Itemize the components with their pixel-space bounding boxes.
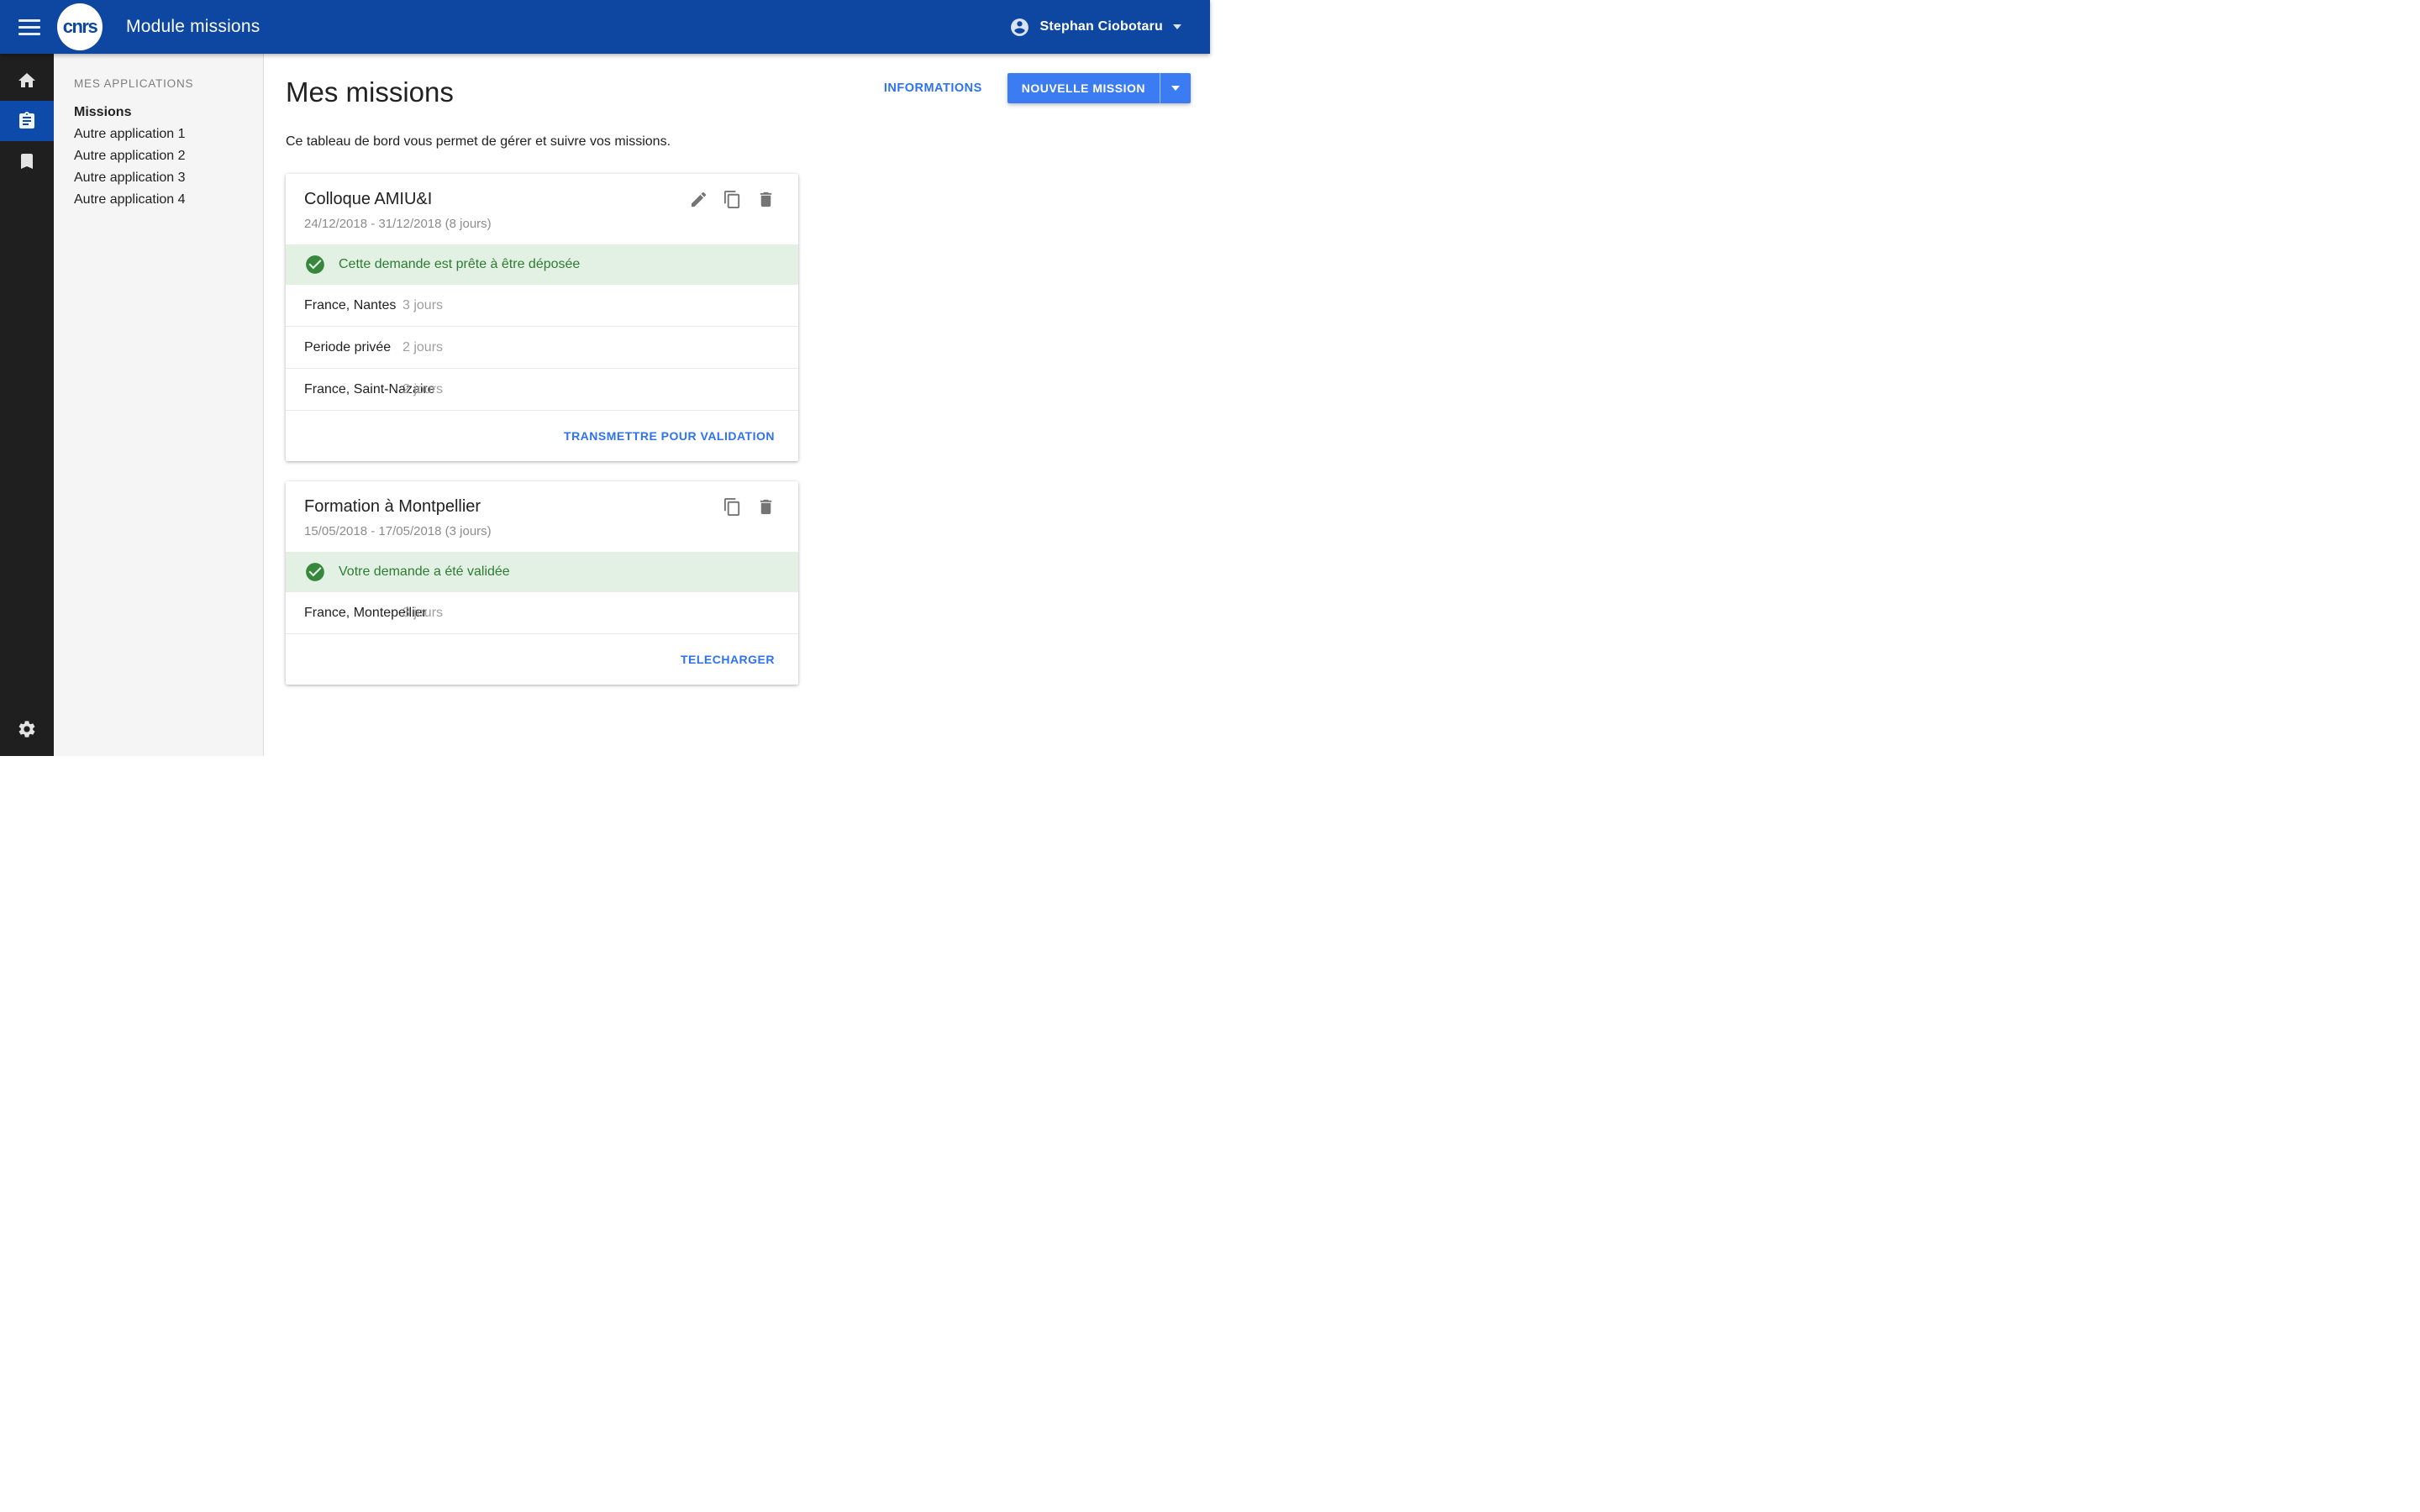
trip-duration: 2 jours (402, 382, 443, 397)
trip-row: France, Saint-Nazaire2 jours (286, 369, 798, 411)
card-footer: TELECHARGER (286, 634, 798, 685)
account-circle-icon (1009, 17, 1030, 38)
card-dates: 24/12/2018 - 31/12/2018 (8 jours) (304, 214, 780, 234)
bookmark-icon (17, 151, 37, 171)
card-footer-action[interactable]: TELECHARGER (681, 653, 775, 666)
trip-row: Periode privée 2 jours (286, 327, 798, 369)
card-header: Formation à Montpellier 15/05/2018 - 17/… (286, 481, 798, 552)
sidebar-item-autre-application-4[interactable]: Autre application 4 (54, 189, 263, 211)
status-text: Cette demande est prête à être déposée (339, 257, 580, 272)
page-title: Mes missions (286, 74, 454, 111)
mission-cards: Colloque AMIU&I 24/12/2018 - 31/12/2018 … (286, 174, 1191, 685)
card-rows: France, Nantes 3 jours Periode privée 2 jou… (286, 285, 798, 411)
status-text: Votre demande a été validée (339, 564, 510, 580)
user-menu[interactable]: Stephan Ciobotaru (1009, 17, 1181, 38)
sidebar-item-missions[interactable]: Missions (54, 102, 263, 123)
new-mission-split-button: NOUVELLE MISSION (1007, 73, 1191, 103)
app-title: Module missions (126, 17, 260, 37)
card-header: Colloque AMIU&I 24/12/2018 - 31/12/2018 … (286, 174, 798, 244)
check-circle-icon (304, 561, 326, 583)
informations-link[interactable]: INFORMATIONS (884, 81, 982, 95)
user-name: Stephan Ciobotaru (1039, 19, 1163, 34)
home-icon (17, 71, 37, 91)
caret-down-icon (1171, 86, 1180, 91)
card-rows: France, Montepellier3 jours (286, 592, 798, 634)
card-title: Formation à Montpellier (304, 496, 780, 518)
status-banner: Cette demande est prête à être déposée (286, 244, 798, 285)
trip-location: Periode privée (304, 340, 391, 355)
menu-icon[interactable] (18, 15, 40, 39)
sidebar-list: MissionsAutre application 1Autre applica… (54, 102, 263, 211)
settings-icon (17, 719, 37, 739)
trip-row: France, Montepellier3 jours (286, 592, 798, 634)
new-mission-button[interactable]: NOUVELLE MISSION (1007, 73, 1160, 103)
status-banner: Votre demande a été validée (286, 552, 798, 592)
delete-icon[interactable] (756, 497, 776, 517)
trip-row: France, Nantes 3 jours (286, 285, 798, 327)
card-footer-action[interactable]: TRANSMETTRE POUR VALIDATION (564, 429, 775, 443)
trip-duration: 2 jours (402, 340, 443, 355)
check-circle-icon (304, 254, 326, 276)
cnrs-logo-text: cnrs (63, 16, 97, 38)
rail-item-home[interactable] (0, 60, 54, 101)
sidebar-item-autre-application-3[interactable]: Autre application 3 (54, 167, 263, 189)
sidebar-item-autre-application-1[interactable]: Autre application 1 (54, 123, 263, 145)
copy-icon[interactable] (723, 190, 742, 209)
main-content: Mes missions INFORMATIONS NOUVELLE MISSI… (264, 54, 1210, 756)
page-subtitle: Ce tableau de bord vous permet de gérer … (286, 133, 1191, 151)
card-footer: TRANSMETTRE POUR VALIDATION (286, 411, 798, 461)
rail-item-bookmark[interactable] (0, 141, 54, 181)
mission-card: Formation à Montpellier 15/05/2018 - 17/… (286, 481, 798, 685)
trip-location: France, Nantes (304, 298, 396, 313)
app-header: cnrs Module missions Stephan Ciobotaru (0, 0, 1210, 54)
edit-icon[interactable] (689, 190, 708, 209)
cnrs-logo: cnrs (57, 3, 103, 50)
nav-rail (0, 54, 54, 756)
card-actions (723, 497, 776, 517)
mission-card: Colloque AMIU&I 24/12/2018 - 31/12/2018 … (286, 174, 798, 461)
sidebar-item-autre-application-2[interactable]: Autre application 2 (54, 145, 263, 167)
delete-icon[interactable] (756, 190, 776, 209)
trip-duration: 3 jours (402, 298, 443, 313)
card-actions (689, 190, 776, 209)
card-dates: 15/05/2018 - 17/05/2018 (3 jours) (304, 522, 780, 541)
copy-icon[interactable] (723, 497, 742, 517)
rail-item-settings[interactable] (0, 709, 54, 749)
new-mission-dropdown-button[interactable] (1160, 73, 1191, 103)
rail-item-assignment[interactable] (0, 101, 54, 141)
page-header-row: Mes missions INFORMATIONS NOUVELLE MISSI… (286, 54, 1191, 111)
sidebar: MES APPLICATIONS MissionsAutre applicati… (54, 54, 264, 756)
chevron-down-icon (1173, 24, 1181, 29)
trip-duration: 3 jours (402, 606, 443, 621)
page-header-actions: INFORMATIONS NOUVELLE MISSION (884, 73, 1191, 103)
sidebar-section-title: MES APPLICATIONS (74, 77, 263, 90)
assignment-icon (17, 111, 37, 131)
